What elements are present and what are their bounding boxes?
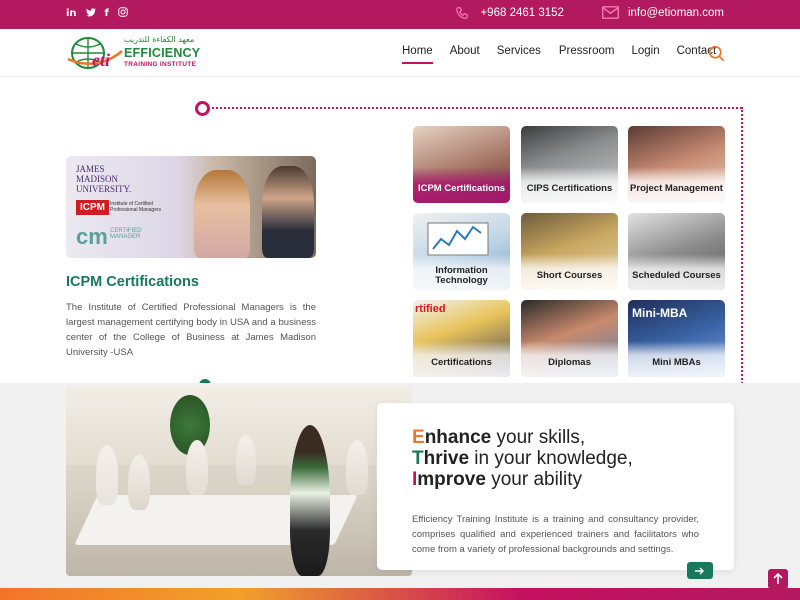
nav-about[interactable]: About [450, 45, 480, 57]
tile-overlay-mini-mba: Mini-MBA [632, 306, 688, 320]
tagline-initial: T [412, 448, 424, 469]
tile-short-courses[interactable]: Short Courses [521, 213, 618, 290]
contact-info: +968 2461 3152 info@etioman.com [454, 6, 724, 20]
tagline-line-1: Enhance your skills, [412, 427, 585, 449]
tile-certifications[interactable]: rtified Certifications [413, 300, 510, 377]
tile-diplomas[interactable]: Diplomas [521, 300, 618, 377]
jmu-logo-text: JAMES MADISON UNIVERSITY. [76, 164, 132, 194]
facebook-icon[interactable]: f [105, 8, 109, 20]
mail-icon [601, 6, 620, 20]
top-bar: in f +968 2461 3152 info@etioman.com [0, 0, 800, 29]
instagram-icon[interactable] [118, 7, 128, 21]
phone-icon [454, 6, 472, 20]
person-woman [194, 170, 250, 258]
tile-cips[interactable]: CIPS Certifications [521, 126, 618, 203]
tile-label: Mini MBAs [628, 341, 725, 377]
presenter [290, 425, 330, 576]
tile-label: Information Technology [413, 254, 510, 290]
decorative-ring [195, 101, 210, 116]
nav-services[interactable]: Services [497, 45, 541, 57]
featured-image: JAMES MADISON UNIVERSITY. ICPM Institute… [66, 156, 316, 258]
tile-project-management[interactable]: Project Management [628, 126, 725, 203]
nav-login[interactable]: Login [631, 45, 659, 57]
intro-text: Efficiency Training Institute is a train… [412, 514, 699, 555]
phone-number[interactable]: +968 2461 3152 [480, 7, 563, 19]
arrow-up-icon [773, 573, 783, 584]
tile-label: Diplomas [521, 341, 618, 377]
tile-label: CIPS Certifications [521, 167, 618, 203]
logo-mark: eti [92, 50, 110, 70]
logo-subtitle: TRAINING INSTITUTE [124, 61, 197, 68]
classroom-photo [66, 385, 412, 576]
social-links: in f [66, 7, 128, 21]
tagline-bold: mprove [417, 469, 486, 490]
tagline-rest: in your knowledge, [469, 448, 633, 469]
decorative-dotted-line [212, 107, 742, 109]
twitter-icon[interactable] [85, 7, 96, 21]
featured-description: The Institute of Certified Professional … [66, 302, 316, 358]
tagline-initial: E [412, 427, 425, 448]
arrow-right-icon [695, 567, 704, 574]
icpm-logo-subtitle: Institute of Certified Professional Mana… [110, 201, 162, 213]
tagline-rest: your ability [485, 469, 583, 490]
tile-label: Project Management [628, 167, 725, 203]
tagline-line-2: Thrive in your knowledge, [412, 448, 633, 470]
decorative-dotted-line-vertical [741, 107, 743, 384]
tagline-bold: hrive [423, 448, 470, 469]
nav-home[interactable]: Home [402, 45, 433, 64]
featured-title: ICPM Certifications [66, 274, 199, 290]
tile-information-technology[interactable]: Information Technology [413, 213, 510, 290]
cm-logo: cm [76, 224, 108, 249]
tile-mini-mbas[interactable]: Mini-MBA Mini MBAs [628, 300, 725, 377]
search-icon[interactable] [708, 45, 725, 62]
cm-logo-subtitle: CERTIFIED MANAGER [110, 228, 142, 240]
tagline-rest: your skills, [491, 427, 586, 448]
icpm-logo: ICPM [76, 200, 109, 215]
tile-label: Scheduled Courses [628, 254, 725, 290]
read-more-button[interactable] [687, 562, 713, 579]
tile-overlay-certified: rtified [415, 303, 446, 315]
tile-scheduled-courses[interactable]: Scheduled Courses [628, 213, 725, 290]
logo-arabic: معهد الكفاءة للتدريب [124, 35, 195, 44]
tile-icpm[interactable]: ICPM Certifications [413, 126, 510, 203]
tagline-bold: nhance [424, 427, 492, 448]
footer-gradient-bar [0, 588, 800, 600]
main-nav: Home About Services Pressroom Login Cont… [402, 45, 716, 64]
person-man [262, 166, 314, 258]
nav-pressroom[interactable]: Pressroom [559, 45, 615, 57]
email-address[interactable]: info@etioman.com [628, 7, 724, 19]
scroll-to-top-button[interactable] [768, 569, 788, 589]
logo-name[interactable]: EFFICIENCY [124, 46, 200, 60]
linkedin-icon[interactable]: in [66, 8, 77, 20]
tagline-line-3: Improve your ability [412, 469, 582, 491]
tile-label: ICPM Certifications [413, 167, 510, 203]
tile-label: Certifications [413, 341, 510, 377]
tile-label: Short Courses [521, 254, 618, 290]
service-tiles: ICPM Certifications CIPS Certifications … [413, 126, 726, 377]
